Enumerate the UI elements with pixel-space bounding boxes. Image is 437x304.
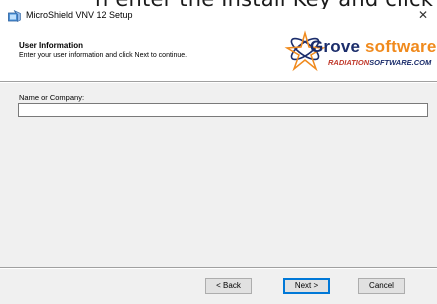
cancel-button[interactable]: Cancel (358, 278, 405, 294)
footer-divider-highlight (0, 268, 437, 269)
close-button[interactable]: ✕ (415, 8, 431, 23)
next-button[interactable]: Next > (283, 278, 330, 294)
close-icon: ✕ (417, 8, 429, 22)
back-button[interactable]: < Back (205, 278, 252, 294)
name-or-company-input[interactable] (18, 103, 428, 117)
window-title: MicroShield VNV 12 Setup (26, 10, 133, 20)
header-divider-highlight (0, 82, 437, 83)
logo-sub-radiation: RADIATION (328, 58, 370, 67)
logo-sub-software: SOFTWARE.COM (369, 58, 432, 67)
name-or-company-label: Name or Company: (19, 93, 85, 102)
page-subtitle: Enter your user information and click Ne… (19, 52, 188, 59)
logo-subtitle: RADIATIONSOFTWARE.COM (328, 58, 431, 67)
setup-window: MicroShield VNV 12 Setup ✕ User Informat… (0, 8, 437, 304)
logo-word-grove: Grove (310, 37, 361, 56)
wizard-header: User Information Enter your user informa… (0, 23, 437, 81)
title-bar: MicroShield VNV 12 Setup ✕ (0, 8, 437, 23)
installer-app-icon (8, 10, 21, 22)
logo-word-software: software (365, 37, 437, 56)
grove-software-logo: Grove software RADIATIONSOFTWARE.COM (280, 27, 437, 77)
page-title: User Information (19, 41, 84, 50)
